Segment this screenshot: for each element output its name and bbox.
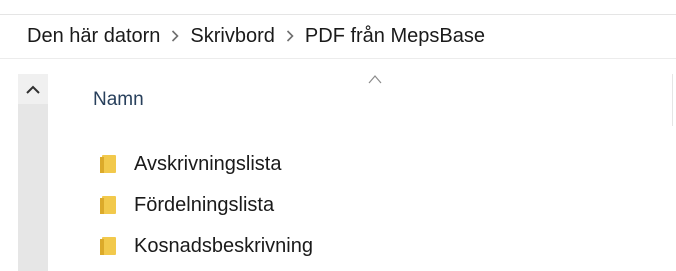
scroll-up-button[interactable]: [18, 74, 48, 104]
list-item[interactable]: Avskrivningslista: [100, 142, 313, 186]
folder-icon: [100, 195, 118, 215]
sort-ascending-icon[interactable]: [368, 71, 382, 84]
list-item[interactable]: Kosnadsbeskrivning: [100, 224, 313, 268]
folder-icon: [100, 154, 118, 174]
chevron-up-icon: [26, 85, 40, 94]
column-divider[interactable]: [672, 74, 673, 126]
file-explorer-window: Den här datorn Skrivbord PDF från MepsBa…: [0, 0, 676, 271]
chevron-right-icon[interactable]: [286, 29, 294, 45]
folder-icon: [100, 236, 118, 256]
window-top-edge: [0, 0, 676, 15]
breadcrumb-item-desktop[interactable]: Skrivbord: [190, 25, 274, 48]
column-header-name[interactable]: Namn: [93, 89, 144, 111]
item-label: Kosnadsbeskrivning: [134, 234, 313, 257]
breadcrumb-item-this-pc[interactable]: Den här datorn: [27, 25, 160, 48]
chevron-right-icon[interactable]: [171, 29, 180, 45]
breadcrumb-item-current-folder[interactable]: PDF från MepsBase: [305, 25, 485, 48]
list-item[interactable]: Fördelningslista: [100, 183, 313, 227]
item-label: Avskrivningslista: [134, 152, 282, 175]
item-label: Fördelningslista: [134, 193, 275, 216]
file-list: Avskrivningslista Fördelningslista Kosna…: [100, 142, 313, 265]
breadcrumb: Den här datorn Skrivbord PDF från MepsBa…: [0, 15, 676, 59]
